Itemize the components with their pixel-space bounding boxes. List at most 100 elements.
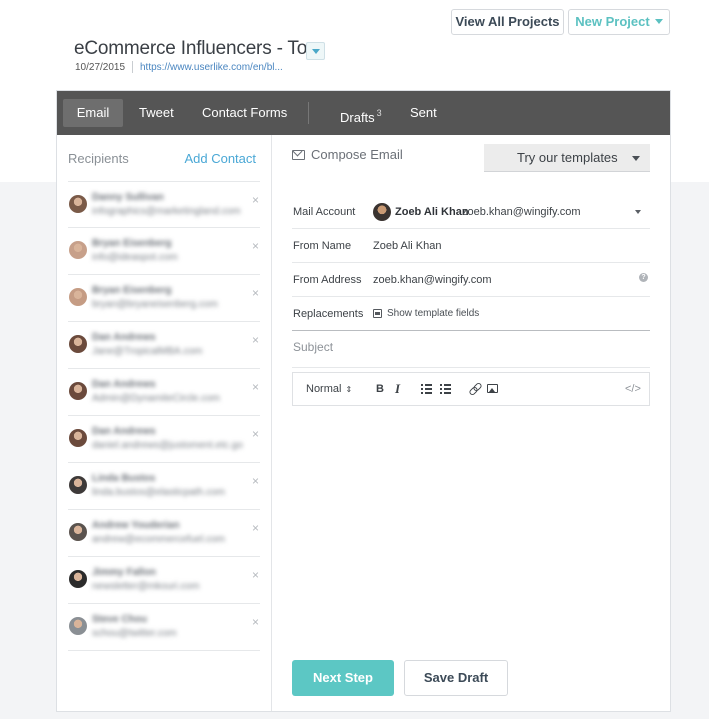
image-icon[interactable] xyxy=(487,384,498,393)
recipient-email: infographics@marketingland.com xyxy=(92,206,241,217)
save-draft-button[interactable]: Save Draft xyxy=(404,660,508,696)
avatar xyxy=(373,203,391,221)
list-item[interactable]: Andrew Youderian andrew@ecommercefuel.com… xyxy=(68,510,260,557)
remove-recipient-icon[interactable]: × xyxy=(252,615,259,629)
project-url-link[interactable]: https://www.userlike.com/en/bl... xyxy=(140,62,283,73)
list-item[interactable]: Bryan Eisenberg bryan@bryaneisenberg.com × xyxy=(68,275,260,322)
new-project-button[interactable]: New Project xyxy=(568,9,670,35)
from-name-label: From Name xyxy=(293,240,352,252)
avatar xyxy=(69,476,87,494)
format-select-label: Normal xyxy=(306,383,342,395)
template-fields-icon[interactable] xyxy=(373,309,382,318)
remove-recipient-icon[interactable]: × xyxy=(252,521,259,535)
subject-input[interactable]: Subject xyxy=(293,340,333,354)
divider xyxy=(132,61,133,73)
code-view-button[interactable]: </> xyxy=(625,373,641,405)
remove-recipient-icon[interactable]: × xyxy=(252,333,259,347)
recipient-email: linda.bustos@elasticpath.com xyxy=(92,487,225,498)
remove-recipient-icon[interactable]: × xyxy=(252,193,259,207)
recipient-email: Jane@TropicalMBA.com xyxy=(92,346,203,357)
recipient-email: Admin@DynamiteCircle.com xyxy=(92,393,220,404)
recipients-panel: Recipients Add Contact Danny Sullivan inf… xyxy=(57,135,272,711)
list-item[interactable]: Dan Andrews daniel.andrews@justoment.etc.… xyxy=(68,416,260,463)
add-contact-link[interactable]: Add Contact xyxy=(184,151,256,166)
list-item[interactable]: Linda Bustos linda.bustos@elasticpath.com… xyxy=(68,463,260,510)
list-item[interactable]: Dan Andrews Jane@TropicalMBA.com × xyxy=(68,322,260,369)
avatar xyxy=(69,241,87,259)
recipient-name: Dan Andrews xyxy=(92,332,156,343)
avatar xyxy=(69,382,87,400)
project-dropdown-button[interactable] xyxy=(306,42,325,60)
recipient-name: Dan Andrews xyxy=(92,426,156,437)
show-template-fields-link[interactable]: Show template fields xyxy=(387,308,479,319)
tab-tweet[interactable]: Tweet xyxy=(139,99,174,127)
list-item[interactable]: Bryan Eisenberg info@ideaspot.com × xyxy=(68,228,260,275)
mail-account-label: Mail Account xyxy=(293,206,356,218)
compose-title: Compose Email xyxy=(311,147,403,162)
help-icon[interactable]: ? xyxy=(639,273,648,282)
avatar xyxy=(69,335,87,353)
try-templates-label: Try our templates xyxy=(517,150,618,165)
from-address-row: From Address zoeb.khan@wingify.com ? xyxy=(292,263,650,297)
avatar xyxy=(69,288,87,306)
recipient-name: Dan Andrews xyxy=(92,379,156,390)
avatar xyxy=(69,195,87,213)
updown-icon: ⇕ xyxy=(345,385,353,394)
ordered-list-icon[interactable] xyxy=(421,384,432,394)
caret-down-icon xyxy=(635,210,641,214)
italic-button[interactable]: I xyxy=(395,373,400,405)
recipient-email: newsletter@mkouri.com xyxy=(92,581,200,592)
recipient-name: Jimmy Fallon xyxy=(92,567,156,578)
editor-toolbar: Normal ⇕ B I </> xyxy=(292,372,650,406)
recipient-name: Steve Chou xyxy=(92,614,148,625)
channel-nav: Email Tweet Contact Forms Drafts 3 Sent xyxy=(57,91,670,135)
remove-recipient-icon[interactable]: × xyxy=(252,380,259,394)
remove-recipient-icon[interactable]: × xyxy=(252,474,259,488)
recipients-title: Recipients xyxy=(68,151,129,166)
compose-header: Compose Email xyxy=(292,147,403,162)
from-address-field[interactable]: zoeb.khan@wingify.com xyxy=(373,274,492,286)
view-all-projects-button[interactable]: View All Projects xyxy=(451,9,564,35)
list-item[interactable]: Dan Andrews Admin@DynamiteCircle.com × xyxy=(68,369,260,416)
recipient-name: Andrew Youderian xyxy=(92,520,180,531)
mail-account-email: zoeb.khan@wingify.com xyxy=(462,206,581,218)
envelope-icon xyxy=(292,150,305,160)
recipient-email: daniel.andrews@justoment.etc.go xyxy=(92,440,243,451)
bold-button[interactable]: B xyxy=(376,373,384,405)
divider xyxy=(292,367,650,368)
avatar xyxy=(69,429,87,447)
from-address-label: From Address xyxy=(293,274,362,286)
next-step-button[interactable]: Next Step xyxy=(292,660,394,696)
from-name-field[interactable]: Zoeb Ali Khan xyxy=(373,240,442,252)
mail-account-row[interactable]: Mail Account Zoeb Ali Khan zoeb.khan@win… xyxy=(292,195,650,229)
recipient-name: Bryan Eisenberg xyxy=(92,238,172,249)
new-project-label: New Project xyxy=(575,14,650,29)
list-item[interactable]: Jimmy Fallon newsletter@mkouri.com × xyxy=(68,557,260,604)
tab-email[interactable]: Email xyxy=(63,99,123,127)
from-name-row: From Name Zoeb Ali Khan xyxy=(292,229,650,263)
recipient-name: Linda Bustos xyxy=(92,473,156,484)
drafts-count-badge: 3 xyxy=(376,108,382,118)
tab-contact-forms[interactable]: Contact Forms xyxy=(202,99,287,127)
avatar xyxy=(69,617,87,635)
avatar xyxy=(69,570,87,588)
tab-drafts[interactable]: Drafts 3 xyxy=(340,99,382,127)
remove-recipient-icon[interactable]: × xyxy=(252,568,259,582)
bullet-list-icon[interactable] xyxy=(440,384,451,394)
remove-recipient-icon[interactable]: × xyxy=(252,427,259,441)
tab-sent[interactable]: Sent xyxy=(410,99,437,127)
format-select[interactable]: Normal ⇕ xyxy=(306,373,352,405)
remove-recipient-icon[interactable]: × xyxy=(252,286,259,300)
list-item[interactable]: Danny Sullivan infographics@marketingland… xyxy=(68,181,260,228)
project-date: 10/27/2015 xyxy=(75,62,126,73)
try-templates-dropdown[interactable]: Try our templates xyxy=(484,144,650,172)
nav-divider xyxy=(308,102,309,124)
link-icon[interactable] xyxy=(469,383,480,394)
chevron-down-icon xyxy=(654,19,663,25)
list-item[interactable]: Steve Chou schou@twitter.com × xyxy=(68,604,260,651)
recipient-name: Danny Sullivan xyxy=(92,192,164,203)
mail-account-name: Zoeb Ali Khan xyxy=(395,206,469,218)
main-card: Email Tweet Contact Forms Drafts 3 Sent R… xyxy=(56,90,671,712)
drafts-label: Drafts xyxy=(340,110,375,125)
remove-recipient-icon[interactable]: × xyxy=(252,239,259,253)
